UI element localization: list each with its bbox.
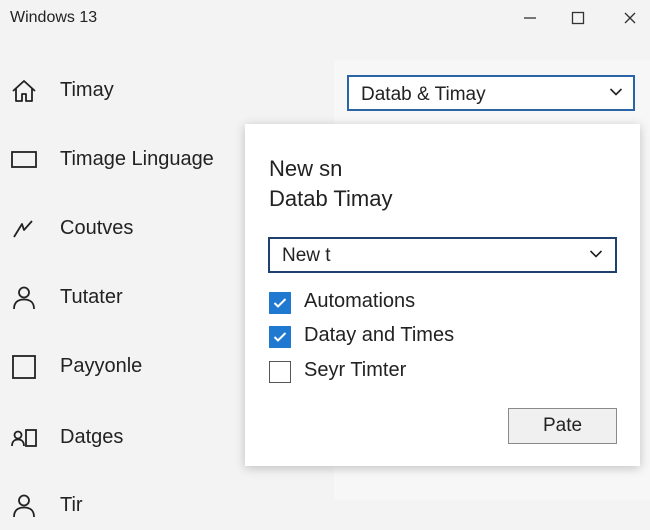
sidebar-item-label: Payyonle (60, 355, 143, 377)
sidebar-item-label: Datges (60, 426, 124, 448)
minimize-button[interactable] (512, 4, 548, 32)
pate-button[interactable]: Pate (508, 408, 617, 444)
sidebar-item-label: Timage Linguage (60, 148, 214, 170)
checkbox-seyr-timter[interactable]: Seyr Timter (269, 359, 599, 385)
panel-heading-line2: Datab Timay (269, 186, 393, 211)
checkbox-label: Seyr Timter (304, 359, 407, 381)
sidebar-item-coutves[interactable]: Coutves (0, 203, 240, 253)
person-icon (13, 494, 35, 518)
pen-icon (13, 220, 33, 238)
sidebar-item-label: Timay (60, 79, 114, 101)
close-icon (624, 12, 636, 24)
checkmark-icon (273, 332, 287, 342)
checkbox-datay-and-times[interactable]: Datay and Times (269, 324, 599, 350)
checkbox-label: Automations (304, 290, 416, 312)
checkbox-automations[interactable]: Automations (269, 290, 599, 316)
sidebar-item-timage-linguage[interactable]: Timage Linguage (0, 134, 240, 184)
sidebar-item-label: Tir (60, 494, 83, 516)
checkbox-label: Datay and Times (304, 324, 455, 346)
checkmark-icon (273, 298, 287, 308)
header-dropdown-value: Datab & Timay (361, 84, 486, 105)
chevron-down-icon (589, 250, 603, 258)
checkbox-checked[interactable] (269, 292, 291, 314)
sidebar-item-datges[interactable]: Datges (0, 412, 240, 462)
sidebar-item-tir[interactable]: Tir (0, 480, 240, 530)
sidebar-item-label: Coutves (60, 217, 134, 239)
checkbox-unchecked[interactable] (269, 361, 291, 383)
close-button[interactable] (612, 4, 648, 32)
people-icon (11, 429, 37, 447)
sidebar-item-tutater[interactable]: Tutater (0, 272, 240, 322)
person-icon (13, 286, 35, 310)
sidebar-item-payyonle[interactable]: Payyonle (0, 341, 240, 391)
square-icon (12, 355, 36, 379)
maximize-icon (571, 11, 585, 25)
maximize-button[interactable] (560, 4, 596, 32)
display-icon (11, 151, 37, 168)
header-dropdown[interactable]: Datab & Timay (347, 75, 635, 111)
title-bar: Windows 13 (0, 0, 650, 38)
sidebar: Timay Timage Linguage Coutves Tutater Pa… (0, 60, 240, 518)
sidebar-item-timay[interactable]: Timay (0, 65, 240, 115)
panel-heading-line1: New sn (269, 156, 343, 181)
chevron-down-icon (609, 88, 623, 96)
minimize-icon (524, 17, 536, 19)
home-icon (12, 80, 36, 102)
panel-dropdown-value: New t (282, 245, 331, 266)
panel-dropdown[interactable]: New t (268, 237, 617, 273)
checkbox-checked[interactable] (269, 326, 291, 348)
flyout-panel: New sn Datab Timay New t Automations Dat… (245, 124, 640, 466)
window-title: Windows 13 (10, 9, 98, 26)
sidebar-item-label: Tutater (60, 286, 123, 308)
